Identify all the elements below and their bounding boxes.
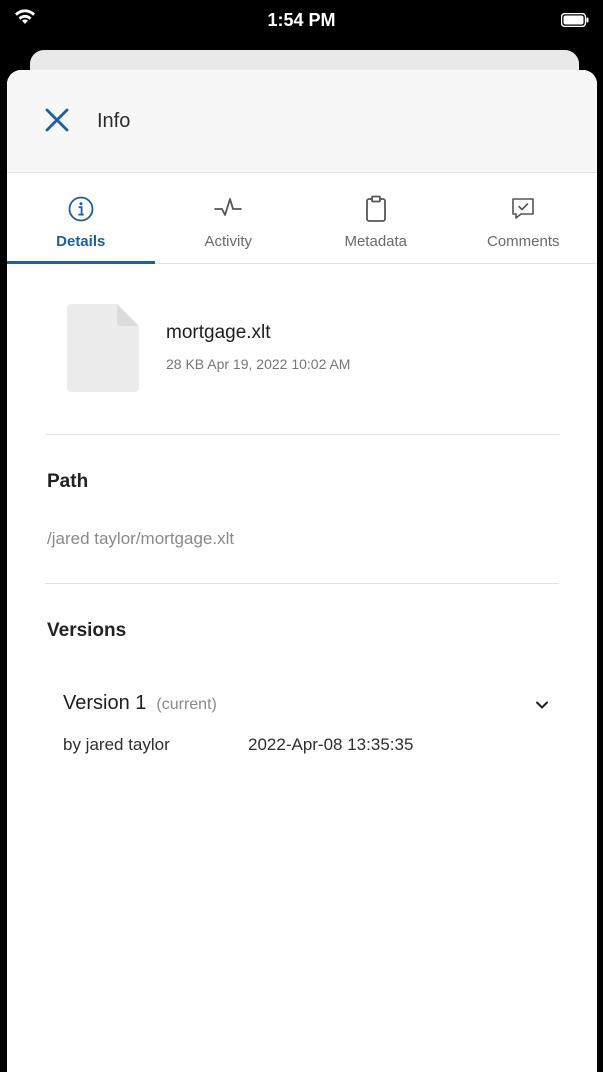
info-icon — [68, 196, 94, 222]
file-name: mortgage.xlt — [166, 322, 271, 343]
chevron-down-icon[interactable] — [533, 696, 551, 714]
close-icon[interactable] — [43, 106, 71, 134]
version-current-badge: (current) — [156, 696, 217, 713]
tab-metadata[interactable]: Metadata — [302, 173, 450, 263]
battery-icon — [561, 13, 589, 27]
sheet-title: Info — [97, 110, 131, 132]
activity-icon — [214, 198, 243, 216]
version-item-title[interactable]: Version 1 (current) — [63, 692, 217, 715]
path-section: Path /jared taylor/mortgage.xlt — [7, 435, 597, 583]
tab-activity[interactable]: Activity — [155, 173, 303, 263]
version-label: Version 1 — [63, 692, 147, 714]
tab-details[interactable]: Details — [7, 173, 155, 264]
tab-details-label: Details — [56, 233, 106, 250]
file-thumbnail-icon — [67, 304, 139, 392]
file-meta: 28 KB Apr 19, 2022 10:02 AM — [166, 356, 351, 372]
version-author: by jared taylor — [63, 735, 170, 754]
file-summary: mortgage.xlt 28 KB Apr 19, 2022 10:02 AM — [7, 264, 597, 434]
tab-bar: Details Activity Metadata Comments — [7, 173, 597, 264]
tab-activity-label: Activity — [204, 233, 252, 250]
clipboard-icon — [365, 195, 386, 222]
sheet-header: Info — [7, 70, 597, 173]
comment-check-icon — [512, 198, 535, 219]
tab-comments[interactable]: Comments — [450, 173, 598, 263]
status-time: 1:54 PM — [267, 10, 336, 30]
status-bar: 1:54 PM — [0, 0, 603, 44]
tab-comments-label: Comments — [486, 233, 560, 250]
versions-title: Versions — [47, 620, 127, 641]
version-date: 2022-Apr-08 13:35:35 — [248, 735, 414, 754]
path-value: /jared taylor/mortgage.xlt — [47, 529, 235, 548]
info-sheet: Info Details Activity Metadata Comments … — [7, 70, 597, 1072]
tab-metadata-label: Metadata — [344, 233, 408, 250]
versions-section: Versions Version 1 (current) by jared tay… — [7, 584, 597, 784]
path-title: Path — [47, 471, 89, 492]
